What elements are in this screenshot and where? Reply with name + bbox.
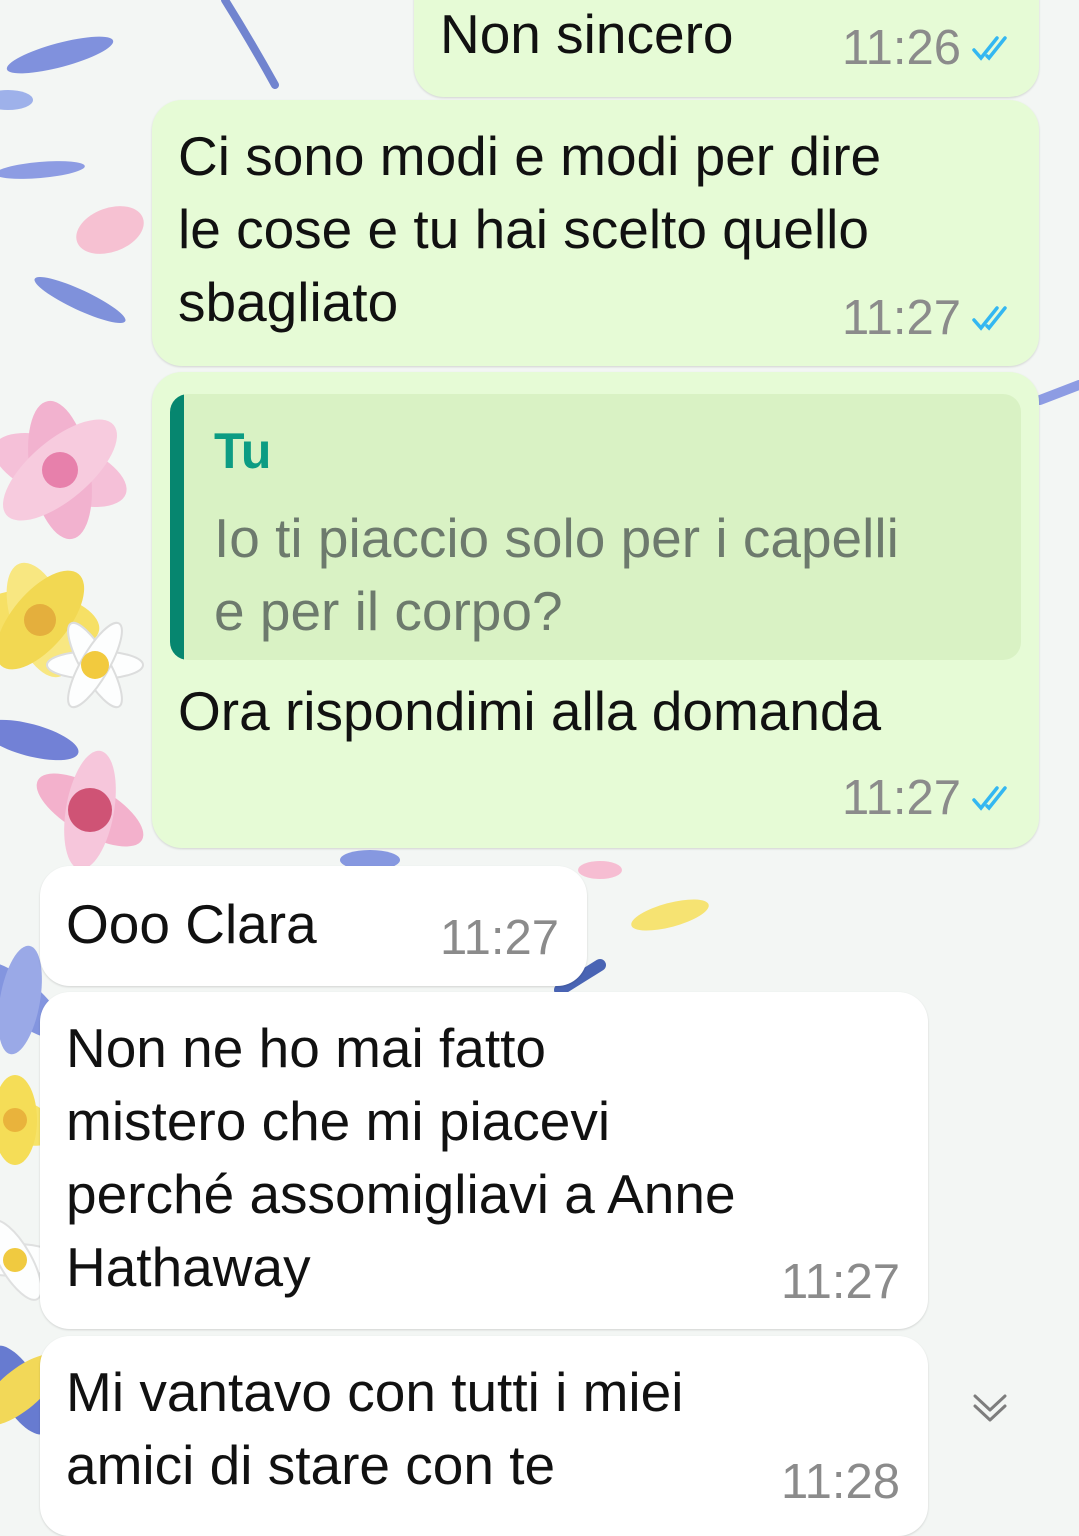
message-meta: 11:27 <box>781 1254 900 1310</box>
quoted-author: Tu <box>214 423 272 479</box>
message-time: 11:27 <box>842 291 961 345</box>
message-bubble-outgoing[interactable]: Non sincero 11:26 <box>414 0 1039 97</box>
message-text: Non ne ho mai fatto mistero che mi piace… <box>66 1017 736 1298</box>
message-text: Ooo Clara <box>66 893 317 955</box>
message-text: Ora rispondimi alla domanda <box>178 680 882 742</box>
message-bubble-incoming[interactable]: Non ne ho mai fatto mistero che mi piace… <box>40 992 928 1329</box>
message-time: 11:28 <box>781 1455 900 1509</box>
double-check-icon <box>972 306 1007 331</box>
message-meta: 11:26 <box>842 20 1015 76</box>
double-check-icon <box>972 786 1007 811</box>
message-text: Ci sono modi e modi per dire le cose e t… <box>178 125 882 333</box>
message-text: Mi vantavo con tutti i miei amici di sta… <box>66 1361 684 1496</box>
message-meta: 11:27 <box>440 910 559 966</box>
message-bubble-outgoing[interactable]: Ci sono modi e modi per dire le cose e t… <box>152 100 1039 366</box>
message-bubble-incoming[interactable]: Ooo Clara 11:27 <box>40 866 587 986</box>
message-meta: 11:27 <box>842 290 1015 346</box>
message-text: Non sincero <box>440 3 734 65</box>
message-bubble-incoming[interactable]: Mi vantavo con tutti i miei amici di sta… <box>40 1336 928 1536</box>
message-meta: 11:27 <box>842 770 1015 826</box>
quoted-text: Io ti piaccio solo per i capelli e per i… <box>214 507 899 642</box>
chevron-double-down-icon <box>973 1394 1007 1422</box>
scroll-to-bottom-button[interactable] <box>950 1368 1030 1448</box>
message-bubble-outgoing-reply[interactable]: Tu Io ti piaccio solo per i capelli e pe… <box>152 372 1039 848</box>
quoted-message[interactable]: Tu Io ti piaccio solo per i capelli e pe… <box>170 394 1021 660</box>
double-check-icon <box>972 36 1007 61</box>
message-time: 11:26 <box>842 21 961 75</box>
message-meta: 11:28 <box>781 1454 900 1510</box>
message-time: 11:27 <box>781 1255 900 1309</box>
message-time: 11:27 <box>842 771 961 825</box>
quote-accent-bar <box>170 394 184 660</box>
message-time: 11:27 <box>440 911 559 965</box>
